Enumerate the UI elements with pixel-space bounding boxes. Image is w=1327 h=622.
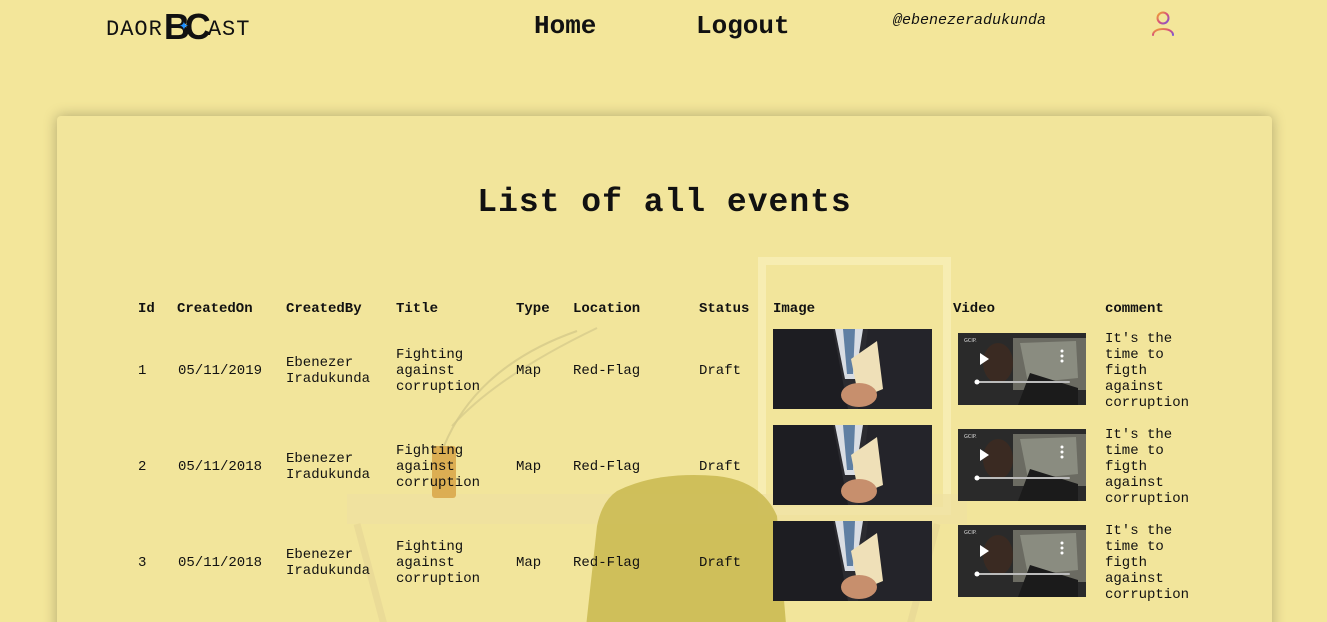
- cell-id: 2: [138, 459, 147, 475]
- cell-type: Map: [516, 459, 542, 475]
- event-video-player[interactable]: GCIP.: [958, 429, 1086, 501]
- cell-created-on: 05/11/2019: [178, 363, 263, 379]
- events-card: List of all events Id CreatedOn CreatedB…: [57, 116, 1272, 622]
- user-icon[interactable]: [1150, 10, 1176, 38]
- table-row: 1 05/11/2019 Ebenezer Iradukunda Fightin…: [57, 328, 1272, 424]
- cell-comment: It's the time to figth against corruptio…: [1105, 331, 1190, 411]
- brand-logo[interactable]: DAOR BC ✦ AST: [106, 4, 251, 47]
- col-header-createdby: CreatedBy: [286, 301, 362, 317]
- event-video-player[interactable]: GCIP.: [958, 333, 1086, 405]
- event-video-player[interactable]: GCIP.: [958, 525, 1086, 597]
- cell-location: Red-Flag: [573, 459, 641, 475]
- cell-comment: It's the time to figth against corruptio…: [1105, 523, 1190, 603]
- brand-mark: BC ✦: [164, 6, 211, 47]
- sparkle-icon: ✦: [178, 19, 189, 33]
- col-header-title: Title: [396, 301, 439, 317]
- cell-created-by: Ebenezer Iradukunda: [286, 355, 371, 387]
- cell-title: Fighting against corruption: [396, 347, 481, 395]
- page-title: List of all events: [477, 184, 852, 221]
- col-header-type: Type: [516, 301, 550, 317]
- col-header-video: Video: [953, 301, 996, 317]
- cell-id: 3: [138, 555, 147, 571]
- cell-created-on: 05/11/2018: [178, 555, 263, 571]
- table-row: 2 05/11/2018 Ebenezer Iradukunda Fightin…: [57, 424, 1272, 520]
- col-header-comment: comment: [1105, 301, 1164, 317]
- cell-location: Red-Flag: [573, 555, 641, 571]
- event-image[interactable]: [773, 425, 932, 505]
- cell-created-by: Ebenezer Iradukunda: [286, 547, 371, 579]
- cell-created-on: 05/11/2018: [178, 459, 263, 475]
- brand-text-right: AST: [207, 17, 251, 42]
- svg-text:GCIP.: GCIP.: [964, 434, 977, 440]
- col-header-status: Status: [699, 301, 750, 317]
- username-handle: @ebenezeradukunda: [893, 12, 1047, 29]
- nav-logout-link[interactable]: Logout: [696, 11, 790, 41]
- nav-home-link[interactable]: Home: [534, 11, 596, 41]
- cell-location: Red-Flag: [573, 363, 641, 379]
- top-nav-bar: DAOR BC ✦ AST Home Logout @ebenezeraduku…: [0, 0, 1327, 60]
- cell-comment: It's the time to figth against corruptio…: [1105, 427, 1190, 507]
- col-header-id: Id: [138, 301, 155, 317]
- col-header-location: Location: [573, 301, 641, 317]
- cell-created-by: Ebenezer Iradukunda: [286, 451, 371, 483]
- table-row: 3 05/11/2018 Ebenezer Iradukunda Fightin…: [57, 520, 1272, 616]
- svg-text:GCIP.: GCIP.: [964, 338, 977, 344]
- cell-title: Fighting against corruption: [396, 443, 481, 491]
- event-image[interactable]: [773, 521, 932, 601]
- cell-title: Fighting against corruption: [396, 539, 481, 587]
- cell-status: Draft: [699, 555, 742, 571]
- cell-type: Map: [516, 363, 542, 379]
- cell-id: 1: [138, 363, 147, 379]
- col-header-image: Image: [773, 301, 816, 317]
- cell-status: Draft: [699, 363, 742, 379]
- cell-type: Map: [516, 555, 542, 571]
- col-header-createdon: CreatedOn: [177, 301, 253, 317]
- cell-status: Draft: [699, 459, 742, 475]
- brand-text-left: DAOR: [106, 17, 163, 42]
- event-image[interactable]: [773, 329, 932, 409]
- svg-text:GCIP.: GCIP.: [964, 530, 977, 536]
